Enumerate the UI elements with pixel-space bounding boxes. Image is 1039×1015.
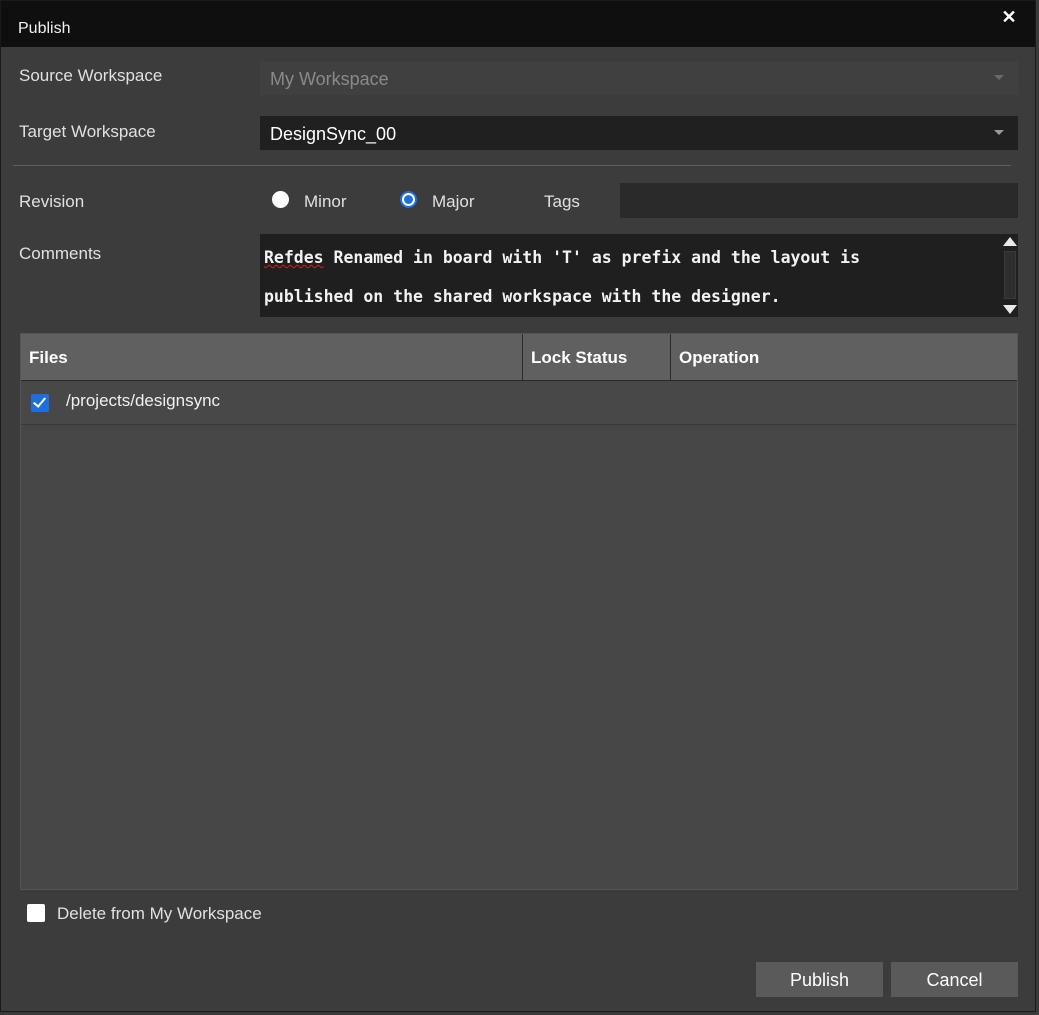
target-workspace-select[interactable]: DesignSync_00 (260, 116, 1018, 150)
files-table: Files Lock Status Operation /projects/de… (20, 333, 1018, 890)
dialog-title: Publish (18, 20, 71, 37)
close-icon[interactable]: ✕ (1001, 7, 1017, 27)
chevron-down-icon[interactable] (994, 130, 1004, 135)
tags-label: Tags (544, 192, 580, 211)
source-workspace-select: My Workspace (260, 61, 1018, 95)
revision-major-radio[interactable] (400, 191, 417, 208)
revision-minor-label[interactable]: Minor (304, 192, 347, 212)
column-header-files[interactable]: Files (21, 334, 522, 380)
table-header: Files Lock Status Operation (21, 334, 1017, 381)
table-row[interactable]: /projects/designsync (21, 381, 1017, 425)
column-header-operation[interactable]: Operation (670, 334, 1017, 380)
chevron-down-icon (994, 75, 1004, 80)
comments-line1-rest: Renamed in board with 'T' as prefix and … (323, 248, 861, 267)
scroll-down-arrow-icon[interactable] (1003, 305, 1017, 314)
publish-dialog: Publish ✕ Source Workspace My Workspace … (0, 0, 1036, 1012)
title-bar[interactable]: Publish ✕ (1, 1, 1035, 47)
scroll-thumb[interactable] (1004, 251, 1016, 299)
revision-minor-radio[interactable] (272, 191, 289, 208)
file-path: /projects/designsync (66, 391, 221, 410)
delete-from-workspace-label[interactable]: Delete from My Workspace (57, 904, 262, 924)
file-row-checkbox[interactable] (31, 394, 49, 412)
comments-label: Comments (19, 244, 102, 263)
target-workspace-value: DesignSync_00 (270, 124, 397, 144)
delete-from-workspace-checkbox[interactable] (27, 904, 45, 922)
publish-button[interactable]: Publish (756, 962, 883, 997)
divider (13, 165, 1011, 166)
comments-text: Refdes Renamed in board with 'T' as pref… (264, 238, 994, 316)
comments-line2: published on the shared workspace with t… (264, 287, 781, 306)
tags-input[interactable] (620, 183, 1018, 218)
comments-textarea[interactable]: Refdes Renamed in board with 'T' as pref… (260, 234, 1018, 317)
comments-scrollbar[interactable] (1001, 234, 1018, 317)
column-header-lock-status[interactable]: Lock Status (522, 334, 670, 380)
source-workspace-value: My Workspace (270, 69, 389, 89)
misspelled-word: Refdes (264, 248, 324, 267)
source-workspace-label: Source Workspace (19, 66, 163, 85)
scroll-up-arrow-icon[interactable] (1003, 237, 1017, 246)
revision-label: Revision (19, 192, 85, 211)
cancel-button[interactable]: Cancel (891, 962, 1018, 997)
target-workspace-label: Target Workspace (19, 122, 156, 141)
revision-major-label[interactable]: Major (432, 192, 475, 212)
